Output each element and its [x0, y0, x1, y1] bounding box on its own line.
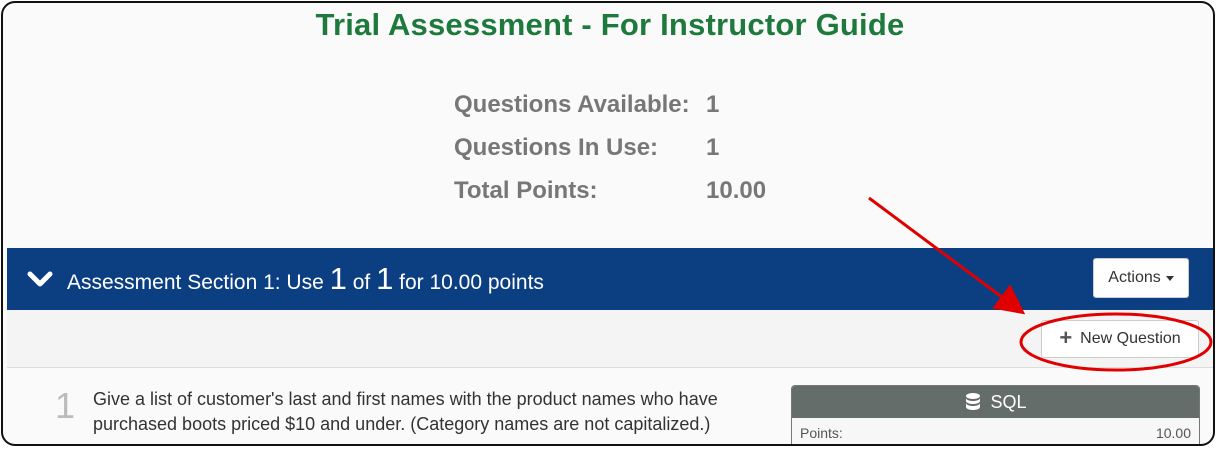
- section-toolbar: + New Question: [7, 310, 1213, 368]
- chevron-down-icon[interactable]: [27, 266, 53, 292]
- question-type-label: SQL: [990, 391, 1027, 412]
- plus-icon: +: [1059, 325, 1073, 350]
- stat-questions-in-use: Questions In Use: 1: [454, 126, 766, 169]
- page-title: Trial Assessment - For Instructor Guide: [315, 7, 905, 42]
- question-type-card[interactable]: SQL Points: 10.00: [791, 385, 1200, 444]
- section-use-count: 1: [329, 261, 347, 296]
- section-total: 1: [376, 261, 394, 296]
- new-question-button[interactable]: + New Question: [1041, 320, 1199, 358]
- stat-total-points: Total Points: 10.00: [454, 169, 766, 212]
- section-of: of: [346, 271, 377, 294]
- question-number: 1: [55, 385, 76, 426]
- section-suffix: for 10.00 points: [393, 271, 544, 294]
- section-prefix: Assessment Section 1: Use: [67, 271, 330, 294]
- stat-questions-available: Questions Available: 1: [454, 83, 766, 126]
- actions-label: Actions: [1108, 269, 1161, 286]
- caret-down-icon: [1165, 275, 1174, 281]
- assessment-stats: Questions Available: 1 Questions In Use:…: [454, 83, 766, 212]
- stat-label: Questions In Use:: [454, 133, 659, 161]
- question-text[interactable]: Give a list of customer's last and first…: [93, 387, 773, 437]
- question-type-header: SQL: [792, 386, 1199, 418]
- stat-label: Total Points:: [454, 176, 598, 204]
- new-question-label: New Question: [1080, 330, 1181, 347]
- assessment-panel: Trial Assessment - For Instructor Guide …: [1, 1, 1215, 446]
- stat-value: 1: [706, 133, 720, 161]
- section-title: Assessment Section 1: Use 1 of 1 for 10.…: [67, 260, 544, 302]
- database-icon: [966, 393, 981, 410]
- points-row: Points: 10.00: [792, 418, 1199, 444]
- actions-button[interactable]: Actions: [1093, 258, 1189, 298]
- stat-value: 1: [706, 90, 720, 118]
- stat-label: Questions Available:: [454, 90, 690, 118]
- section-header: Assessment Section 1: Use 1 of 1 for 10.…: [7, 248, 1213, 310]
- stat-value: 10.00: [706, 176, 767, 204]
- points-label: Points:: [800, 425, 843, 441]
- points-value: 10.00: [1155, 425, 1191, 441]
